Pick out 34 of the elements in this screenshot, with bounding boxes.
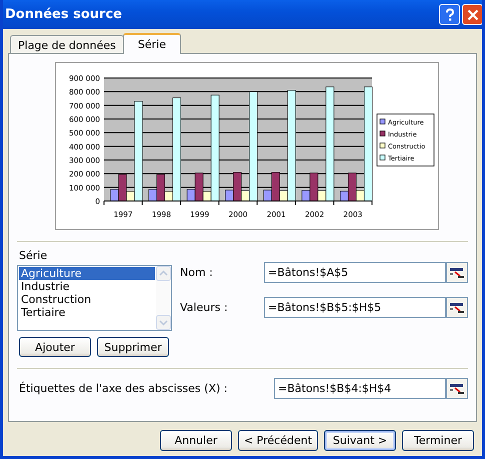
range-picker-button[interactable] [446, 262, 468, 283]
range-select-icon [449, 382, 465, 394]
range-select-icon [449, 302, 465, 314]
action-button[interactable]: Ajouter [19, 337, 91, 357]
series-label: Série [19, 249, 48, 262]
range-picker-button[interactable] [446, 297, 468, 318]
close-button[interactable] [462, 4, 482, 25]
range-select-icon [449, 266, 465, 278]
list-item[interactable]: Industrie [19, 280, 155, 293]
tab[interactable]: Plage de données [10, 35, 124, 53]
help-button[interactable] [439, 4, 460, 25]
legend-box [376, 114, 434, 166]
field-label: Étiquettes de l'axe des abscisses (X) : [19, 382, 228, 395]
dialog-button[interactable]: Suivant > [324, 430, 396, 451]
tab[interactable]: Série [122, 33, 181, 54]
field-label: Nom : [180, 266, 214, 279]
list-item[interactable]: Agriculture [19, 267, 155, 280]
list-item[interactable]: Construction [19, 293, 155, 306]
dialog-button[interactable]: < Précédent [238, 430, 318, 451]
input-field[interactable]: =Bâtons!$A$5 [264, 262, 446, 283]
field-value: =Bâtons!$B$5:$H$5 [268, 301, 382, 314]
close-icon [466, 8, 478, 20]
dialog-button[interactable]: Annuler [160, 430, 232, 451]
field-label: Valeurs : [180, 301, 229, 314]
field-value: =Bâtons!$A$5 [268, 266, 348, 279]
input-field[interactable]: =Bâtons!$B$4:$H$4 [274, 378, 446, 399]
field-value: =Bâtons!$B$4:$H$4 [278, 382, 392, 395]
list-item[interactable]: Tertiaire [19, 306, 155, 319]
series-list[interactable]: Agriculture Industrie Construction Tertiaire [17, 265, 172, 331]
range-picker-button[interactable] [446, 378, 468, 399]
input-field[interactable]: =Bâtons!$B$5:$H$5 [264, 297, 446, 318]
action-button[interactable]: Supprimer [97, 337, 169, 357]
window-title: Données source [5, 7, 122, 22]
dialog-button[interactable]: Terminer [402, 430, 474, 451]
